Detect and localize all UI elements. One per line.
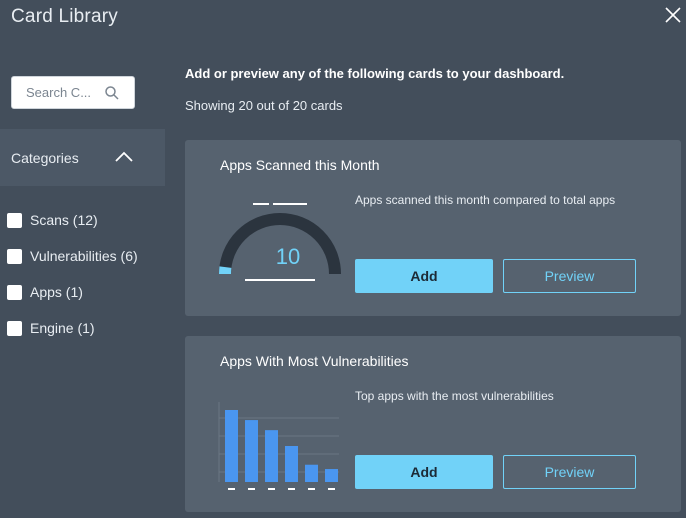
category-apps[interactable]: Apps (1) xyxy=(7,274,138,310)
category-vulnerabilities[interactable]: Vulnerabilities (6) xyxy=(7,238,138,274)
card-title: Apps Scanned this Month xyxy=(220,157,380,173)
bar xyxy=(305,464,318,482)
chevron-up-icon xyxy=(115,151,133,162)
vulnerabilities-checkbox[interactable] xyxy=(7,248,22,264)
card-count-text: Showing 20 out of 20 cards xyxy=(185,98,343,113)
card-most-vulnerabilities: Apps With Most Vulnerabilities Top apps … xyxy=(185,336,681,512)
categories-label: Categories xyxy=(11,149,79,166)
engine-checkbox[interactable] xyxy=(7,320,22,336)
card-title: Apps With Most Vulnerabilities xyxy=(220,353,409,369)
bar xyxy=(285,446,298,482)
category-label: Vulnerabilities (6) xyxy=(30,248,138,264)
add-button[interactable]: Add xyxy=(355,455,493,489)
bar xyxy=(245,420,258,482)
preview-button[interactable]: Preview xyxy=(503,259,636,293)
search-input[interactable] xyxy=(26,85,102,100)
close-icon[interactable] xyxy=(663,5,683,25)
scans-checkbox[interactable] xyxy=(7,212,22,228)
bar-chart-thumbnail xyxy=(218,402,339,490)
category-label: Engine (1) xyxy=(30,320,95,336)
bar xyxy=(325,469,338,482)
card-description: Top apps with the most vulnerabilities xyxy=(355,389,554,403)
search-icon[interactable] xyxy=(104,85,120,101)
search-box xyxy=(11,76,135,109)
bar xyxy=(265,430,278,482)
bar xyxy=(225,410,238,482)
category-engine[interactable]: Engine (1) xyxy=(7,310,138,346)
apps-checkbox[interactable] xyxy=(7,284,22,300)
gauge-value: 10 xyxy=(275,244,301,269)
category-list: Scans (12) Vulnerabilities (6) Apps (1) … xyxy=(7,202,138,346)
card-apps-scanned: Apps Scanned this Month 10 Apps scanned … xyxy=(185,140,681,316)
intro-text: Add or preview any of the following card… xyxy=(185,66,565,81)
card-library-title: Card Library xyxy=(11,6,118,27)
category-scans[interactable]: Scans (12) xyxy=(7,202,138,238)
categories-toggle[interactable]: Categories xyxy=(0,129,165,186)
card-description: Apps scanned this month compared to tota… xyxy=(355,193,616,207)
preview-button[interactable]: Preview xyxy=(503,455,636,489)
gauge-thumbnail xyxy=(218,203,341,281)
category-label: Apps (1) xyxy=(30,284,83,300)
category-label: Scans (12) xyxy=(30,212,98,228)
add-button[interactable]: Add xyxy=(355,259,493,293)
